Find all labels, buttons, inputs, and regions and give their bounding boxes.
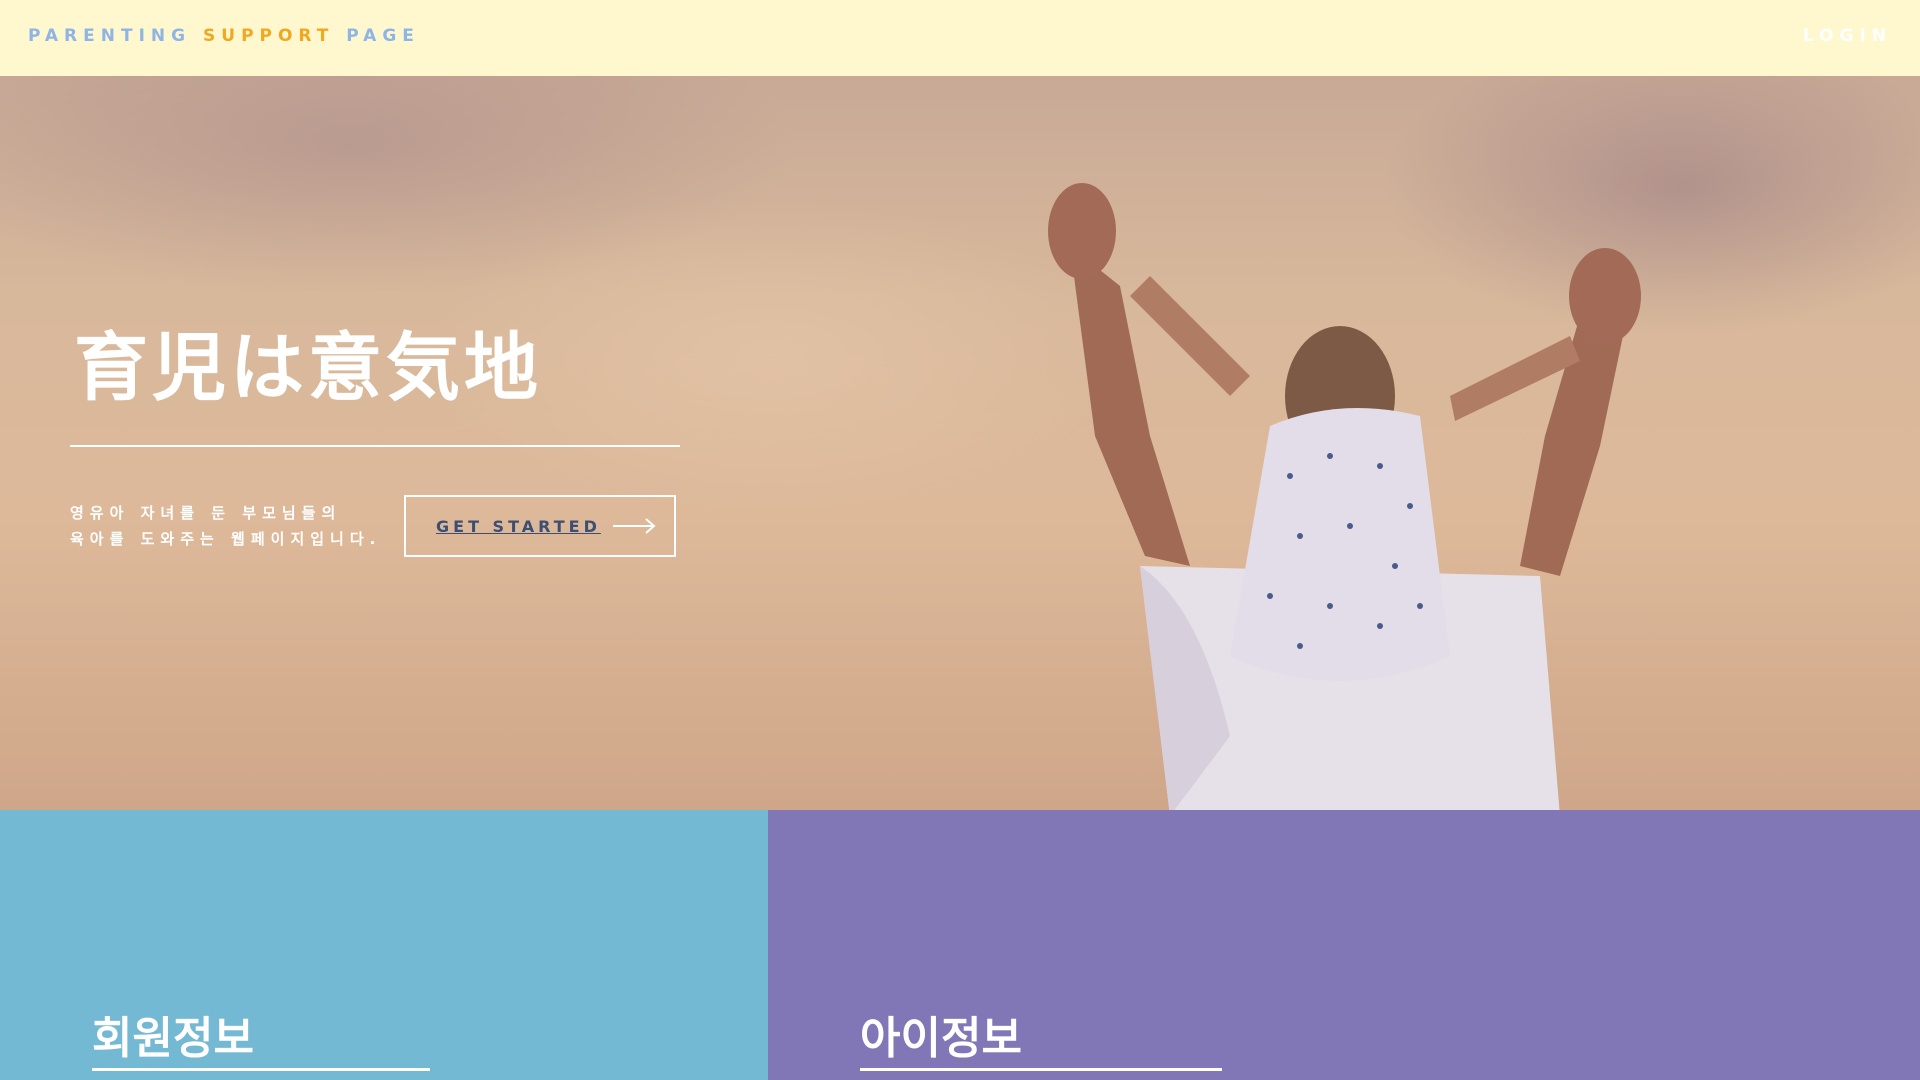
brand-word-page: PAGE: [346, 26, 420, 46]
hero-title: 育児は意気地: [74, 325, 542, 411]
panel-divider: [92, 1068, 430, 1071]
get-started-label: GET STARTED: [436, 516, 601, 536]
brand-word-support: SUPPORT: [203, 26, 335, 46]
hero-description-line: 영유아 자녀를 둔 부모님들의: [70, 504, 342, 522]
member-info-title: 회원정보: [92, 1013, 254, 1064]
panel-divider: [860, 1068, 1222, 1071]
child-info-panel[interactable]: 아이정보: [768, 810, 1920, 1080]
get-started-button[interactable]: GET STARTED: [404, 495, 676, 557]
login-link[interactable]: LOGIN: [1803, 26, 1892, 46]
brand-logo[interactable]: PARENTING SUPPORT PAGE: [28, 26, 420, 46]
hero-photo-figure: [1048, 183, 1641, 810]
arrow-right-icon: [612, 518, 656, 534]
top-navbar: PARENTING SUPPORT PAGE LOGIN: [0, 0, 1920, 76]
hero-divider: [70, 445, 680, 447]
hero-section: 育児は意気地 영유아 자녀를 둔 부모님들의 육아를 도와주는 웹페이지입니다.…: [0, 76, 1920, 810]
child-info-title: 아이정보: [860, 1013, 1022, 1064]
brand-word-parenting: PARENTING: [28, 26, 192, 46]
member-info-panel[interactable]: 회원정보: [0, 810, 768, 1080]
hero-description: 영유아 자녀를 둔 부모님들의 육아를 도와주는 웹페이지입니다.: [70, 500, 390, 552]
hero-description-line: 육아를 도와주는 웹페이지입니다.: [70, 530, 382, 548]
